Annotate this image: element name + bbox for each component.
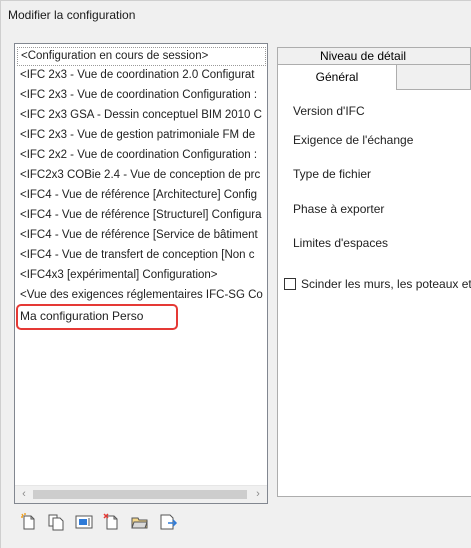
config-item[interactable]: <IFC 2x3 - Vue de coordination 2.0 Confi… [20, 66, 265, 85]
config-item[interactable]: <IFC4 - Vue de référence [Service de bât… [20, 226, 265, 245]
tab-general[interactable]: Général [277, 64, 397, 90]
scroll-right-icon[interactable]: › [251, 488, 265, 501]
config-item[interactable]: <Configuration en cours de session> [17, 47, 266, 66]
config-item[interactable]: <IFC 2x3 - Vue de coordination Configura… [20, 86, 265, 105]
scroll-left-icon[interactable]: ‹ [17, 488, 31, 501]
config-item[interactable]: <IFC4 - Vue de transfert de conception [… [20, 246, 265, 265]
horizontal-scrollbar[interactable]: ‹ › [15, 485, 267, 503]
phase-label: Phase à exporter [293, 202, 385, 216]
duplicate-config-icon[interactable] [46, 512, 66, 532]
config-item[interactable]: <IFC 2x3 - Vue de gestion patrimoniale F… [20, 126, 265, 145]
split-walls-checkbox[interactable] [284, 278, 296, 290]
configuration-list[interactable]: <Configuration en cours de session> <IFC… [14, 43, 268, 504]
config-item[interactable]: <IFC4 - Vue de référence [Architecture] … [20, 186, 265, 205]
exchange-requirement-label: Exigence de l'échange [293, 133, 414, 147]
rename-config-icon[interactable] [74, 512, 94, 532]
config-item[interactable]: <IFC4x3 [expérimental] Configuration> [20, 266, 265, 285]
config-item[interactable]: <IFC 2x2 - Vue de coordination Configura… [20, 146, 265, 165]
load-config-icon[interactable] [130, 512, 150, 532]
save-config-icon[interactable] [158, 512, 178, 532]
scrollbar-thumb[interactable] [33, 490, 247, 499]
file-type-label: Type de fichier [293, 167, 372, 181]
delete-config-icon[interactable] [102, 512, 122, 532]
config-item[interactable]: <IFC 2x3 GSA - Dessin conceptuel BIM 201… [20, 106, 265, 125]
tab-detail-label: Niveau de détail [319, 49, 407, 63]
general-panel [277, 89, 471, 497]
dialog-title: Modifier la configuration [8, 8, 136, 22]
highlight-box [16, 304, 178, 330]
split-walls-label: Scinder les murs, les poteaux et [301, 277, 471, 291]
tab-detail-level[interactable]: Niveau de détail [277, 47, 471, 64]
config-item[interactable]: <IFC4 - Vue de référence [Structurel] Co… [20, 206, 265, 225]
config-item[interactable]: <Vue des exigences réglementaires IFC-SG… [20, 286, 265, 305]
ifc-version-label: Version d'IFC [293, 104, 365, 118]
new-config-icon[interactable] [19, 512, 39, 532]
space-boundaries-label: Limites d'espaces [293, 236, 389, 250]
tab-next[interactable] [396, 64, 471, 89]
config-item[interactable]: <IFC2x3 COBie 2.4 - Vue de conception de… [20, 166, 265, 185]
